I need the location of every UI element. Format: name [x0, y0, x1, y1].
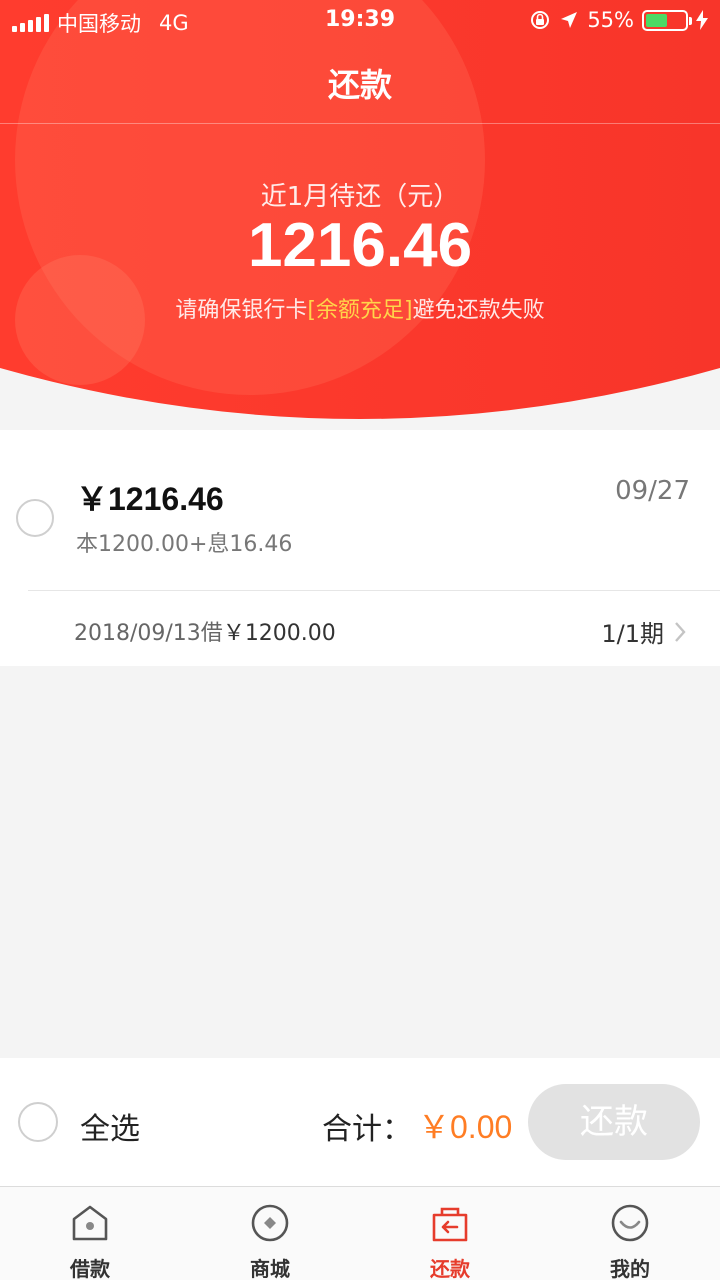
mall-icon	[251, 1204, 289, 1242]
due-caption: 近1月待还（元）	[260, 182, 460, 212]
tab-bar: 借款 商城 还款 我的	[0, 1186, 720, 1280]
select-all-label[interactable]: 全选	[80, 1104, 140, 1148]
balance-tip: 请确保银行卡[余额充足]避免还款失败	[0, 292, 720, 324]
tab-label: 商城	[250, 1257, 290, 1280]
repay-button[interactable]: 还款	[528, 1084, 700, 1160]
tip-highlight: [余额充足]	[307, 298, 413, 323]
bill-card[interactable]: ￥1216.46 09/27 本1200.00+息16.46 2018/09/1…	[0, 430, 720, 666]
tab-label: 我的	[610, 1257, 650, 1280]
due-amount: 1216.46	[247, 211, 473, 280]
location-icon	[561, 12, 578, 28]
nav-bar: 还款	[0, 40, 720, 124]
checkout-bar: 全选 合计： ￥0.00 还款	[0, 1058, 720, 1186]
borrow-date: 2018/09/13借	[74, 621, 223, 646]
bill-select-checkbox[interactable]	[16, 499, 54, 537]
tab-mine[interactable]: 我的	[540, 1187, 720, 1280]
tab-label: 借款	[70, 1257, 110, 1280]
page-title: 还款	[327, 66, 392, 104]
bill-amount: ￥1216.46	[76, 481, 224, 517]
tip-suffix: 避免还款失败	[412, 298, 545, 323]
charging-icon	[696, 10, 708, 30]
bill-breakdown: 本1200.00+息16.46	[76, 532, 293, 557]
installment-link[interactable]: 1/1期	[601, 614, 686, 649]
installment-period: 1/1期	[601, 620, 664, 648]
home-icon	[72, 1205, 108, 1241]
tab-repay[interactable]: 还款	[360, 1187, 540, 1280]
divider	[28, 590, 720, 591]
select-all-checkbox[interactable]	[18, 1102, 58, 1142]
status-bar: 中国移动 4G 19:39 55%	[0, 0, 720, 40]
tip-prefix: 请确保银行卡	[175, 298, 308, 323]
repayment-header: 中国移动 4G 19:39 55% 还款 近1月待还（元） 1216.46 请确…	[0, 0, 720, 430]
borrow-amount: ￥1200.00	[222, 621, 336, 646]
battery-icon	[642, 9, 692, 31]
battery-percent: 55%	[587, 8, 634, 32]
repayment-page: 中国移动 4G 19:39 55% 还款 近1月待还（元） 1216.46 请确…	[0, 0, 720, 1280]
tab-label: 还款	[430, 1257, 470, 1280]
tab-loan[interactable]: 借款	[0, 1187, 180, 1280]
borrow-info: 2018/09/13借￥1200.00	[74, 615, 336, 647]
total-label: 合计：	[322, 1112, 412, 1147]
orientation-lock-icon	[531, 11, 550, 29]
total-amount: ￥0.00	[418, 1109, 513, 1145]
repay-icon	[432, 1207, 468, 1242]
tab-mall[interactable]: 商城	[180, 1187, 360, 1280]
chevron-right-icon	[675, 621, 686, 642]
profile-icon	[611, 1204, 649, 1242]
bill-due-date: 09/27	[615, 476, 690, 506]
